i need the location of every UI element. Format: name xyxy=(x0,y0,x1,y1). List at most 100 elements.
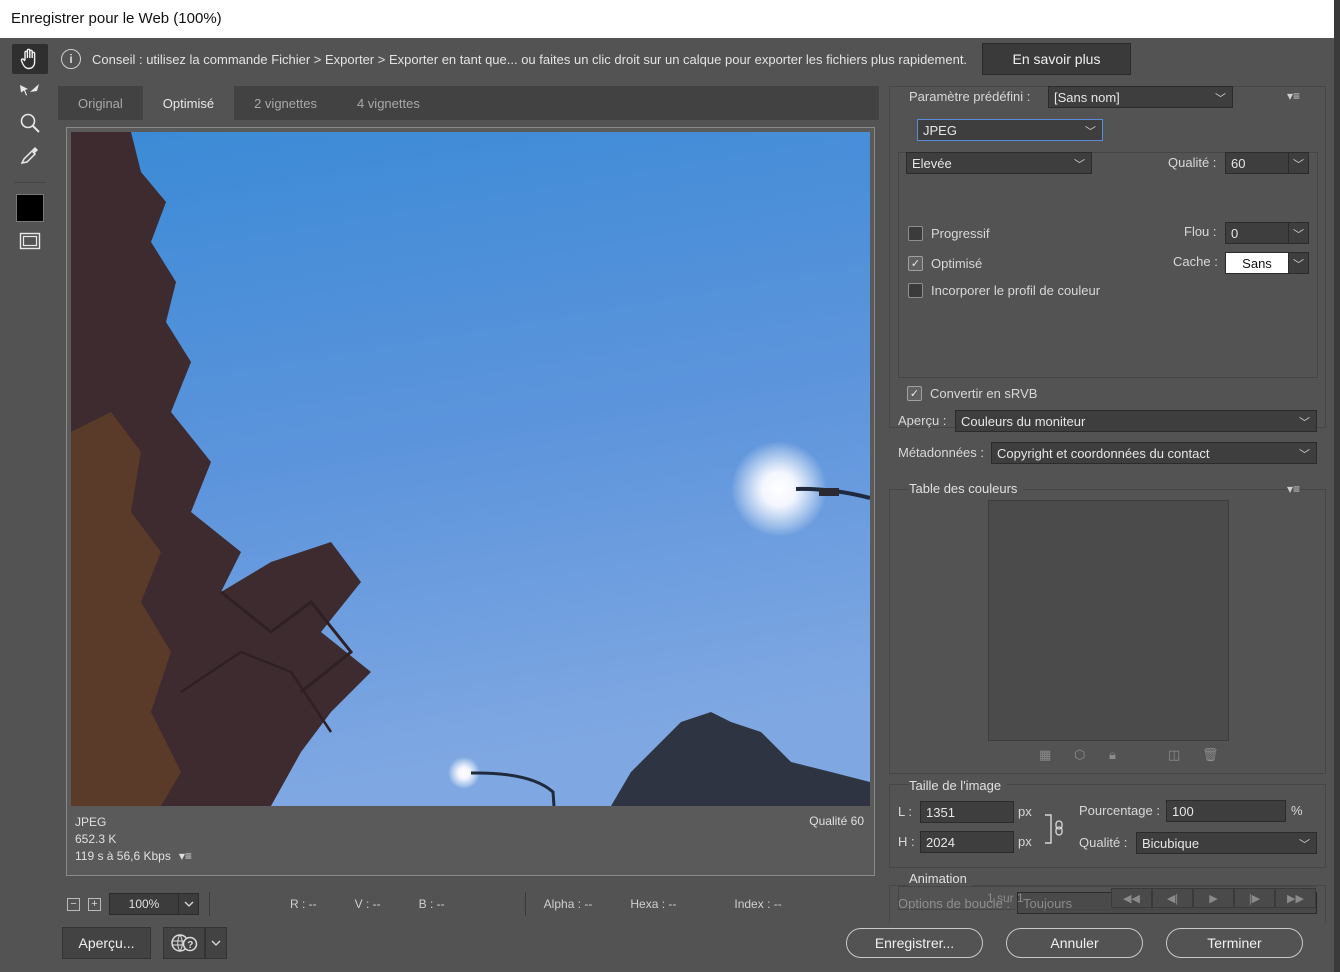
optimize-menu-icon[interactable]: ▾≡ xyxy=(1287,89,1300,103)
first-frame-icon[interactable]: ◀◀ xyxy=(1111,888,1152,908)
height-unit: px xyxy=(1018,834,1032,849)
hex-readout: Hexa : -- xyxy=(630,897,677,911)
animation-title: Animation xyxy=(909,871,973,886)
file-format-dropdown[interactable]: JPEG ﹀ xyxy=(917,119,1103,141)
browser-select-icon[interactable]: ? xyxy=(163,927,205,959)
zoom-in-icon[interactable]: + xyxy=(88,897,101,911)
chevron-down-icon: ﹀ xyxy=(1085,126,1096,138)
transparency-map-icon[interactable]: ▦ xyxy=(1039,747,1051,763)
preview-in-browser-button[interactable]: Aperçu... xyxy=(62,927,151,959)
lock-icon[interactable]: 🔒︎ xyxy=(1109,747,1116,763)
download-speed-menu-icon[interactable]: ▾≡ xyxy=(179,848,192,865)
color-table-grid[interactable] xyxy=(988,500,1229,741)
preview-dropdown[interactable]: Couleurs du moniteur ﹀ xyxy=(955,410,1317,432)
blue-readout: B : -- xyxy=(418,897,445,911)
trash-icon[interactable]: 🗑︎ xyxy=(1202,747,1219,763)
info-icon: i xyxy=(61,49,81,69)
metadata-value: Copyright et coordonnées du contact xyxy=(997,445,1210,461)
percent-input[interactable]: 100 xyxy=(1166,800,1286,822)
index-readout: Index : -- xyxy=(734,897,782,911)
zoom-out-icon[interactable]: − xyxy=(67,897,80,911)
progressive-label: Progressif xyxy=(931,226,990,241)
tab-optimized[interactable]: Optimisé xyxy=(142,86,235,120)
quality-label: Qualité : xyxy=(1168,155,1217,170)
optimized-label: Optimisé xyxy=(931,256,983,271)
status-divider xyxy=(524,892,526,916)
preset-dropdown[interactable]: [Sans nom] ﹀ xyxy=(1048,86,1233,108)
alpha-readout: Alpha : -- xyxy=(543,897,593,911)
metadata-dropdown[interactable]: Copyright et coordonnées du contact ﹀ xyxy=(991,442,1317,464)
red-readout: R : -- xyxy=(290,897,317,911)
new-color-icon[interactable]: ◫ xyxy=(1168,747,1180,763)
previous-frame-icon[interactable]: ◀| xyxy=(1152,888,1193,908)
width-input[interactable]: 1351 xyxy=(920,801,1014,823)
matte-swatch[interactable]: Sans xyxy=(1225,252,1289,274)
zoom-level-field[interactable]: 100% xyxy=(109,893,179,915)
play-icon[interactable]: ▶ xyxy=(1193,888,1234,908)
save-button[interactable]: Enregistrer... xyxy=(846,928,983,958)
height-label: H : xyxy=(898,834,915,849)
resample-value: Bicubique xyxy=(1142,835,1200,851)
embed-profile-checkbox[interactable] xyxy=(908,283,923,298)
toolbox-divider xyxy=(14,182,46,183)
web-safe-cube-icon[interactable]: ⬡ xyxy=(1074,747,1085,763)
chevron-down-icon[interactable]: ﹀ xyxy=(1288,222,1309,244)
status-bar: − + 100% R : -- V : -- B : -- Alpha : --… xyxy=(58,888,879,920)
tip-text: Conseil : utilisez la commande Fichier >… xyxy=(92,51,968,67)
tab-2-up[interactable]: 2 vignettes xyxy=(234,86,337,120)
convert-srgb-label: Convertir en sRVB xyxy=(930,386,1038,401)
eyedropper-tool-icon[interactable] xyxy=(12,140,48,170)
metadata-label: Métadonnées : xyxy=(898,445,985,460)
cancel-button[interactable]: Annuler xyxy=(1006,928,1143,958)
preset-label: Paramètre prédéfini : xyxy=(909,89,1031,104)
tab-original[interactable]: Original xyxy=(58,86,143,120)
chevron-down-icon[interactable]: ﹀ xyxy=(1288,252,1309,274)
preview-format: JPEG xyxy=(75,815,107,829)
compression-dropdown[interactable]: Elevée ﹀ xyxy=(906,152,1092,174)
chevron-down-icon: ﹀ xyxy=(1299,449,1310,461)
height-input[interactable]: 2024 xyxy=(920,831,1014,853)
zoom-tool-icon[interactable] xyxy=(12,108,48,138)
tip-bar: i Conseil : utilisez la commande Fichier… xyxy=(55,42,1330,76)
quality-input[interactable]: 60 xyxy=(1225,152,1289,174)
percent-unit: % xyxy=(1291,803,1303,818)
animation-controls: ◀◀ ◀| ▶ |▶ ▶▶ xyxy=(1111,888,1316,908)
embed-profile-label: Incorporer le profil de couleur xyxy=(931,283,1101,298)
width-label: L : xyxy=(898,804,912,819)
hand-tool-icon[interactable] xyxy=(12,44,48,74)
chevron-down-icon[interactable] xyxy=(205,927,227,959)
color-table-menu-icon[interactable]: ▾≡ xyxy=(1287,482,1300,496)
preview-value: Couleurs du moniteur xyxy=(961,413,1086,429)
tab-4-up[interactable]: 4 vignettes xyxy=(337,86,440,120)
progressive-checkbox[interactable] xyxy=(908,226,923,241)
image-size-group xyxy=(889,784,1326,868)
constrain-proportions-icon[interactable] xyxy=(1043,813,1065,849)
blur-label: Flou : xyxy=(1184,224,1217,239)
resample-dropdown[interactable]: Bicubique ﹀ xyxy=(1136,832,1317,854)
width-unit: px xyxy=(1018,804,1032,819)
optimized-checkbox[interactable]: ✓ xyxy=(908,256,923,271)
last-frame-icon[interactable]: ▶▶ xyxy=(1275,888,1316,908)
learn-more-button[interactable]: En savoir plus xyxy=(982,43,1131,75)
blur-input[interactable]: 0 xyxy=(1225,222,1289,244)
green-readout: V : -- xyxy=(354,897,381,911)
done-button[interactable]: Terminer xyxy=(1166,928,1303,958)
preview-image[interactable] xyxy=(71,132,870,806)
preview-quality: Qualité 60 xyxy=(809,814,864,828)
color-table-title: Table des couleurs xyxy=(909,481,1024,496)
window-title: Enregistrer pour le Web (100%) xyxy=(0,0,1334,38)
chevron-down-icon: ﹀ xyxy=(1299,839,1310,851)
chevron-down-icon: ﹀ xyxy=(1215,93,1226,105)
slice-select-tool-icon[interactable] xyxy=(12,76,48,106)
chevron-down-icon[interactable] xyxy=(179,893,199,915)
svg-text:?: ? xyxy=(187,940,193,951)
chevron-down-icon[interactable]: ﹀ xyxy=(1288,152,1309,174)
toggle-slices-icon[interactable] xyxy=(12,226,48,256)
preview-size: 652.3 K xyxy=(75,832,117,846)
window-edge xyxy=(1334,0,1340,972)
next-frame-icon[interactable]: |▶ xyxy=(1234,888,1275,908)
save-for-web-dialog: i Conseil : utilisez la commande Fichier… xyxy=(0,38,1334,972)
eyedropper-color-swatch[interactable] xyxy=(16,194,44,222)
convert-srgb-checkbox[interactable]: ✓ xyxy=(907,386,922,401)
status-divider xyxy=(209,892,210,916)
